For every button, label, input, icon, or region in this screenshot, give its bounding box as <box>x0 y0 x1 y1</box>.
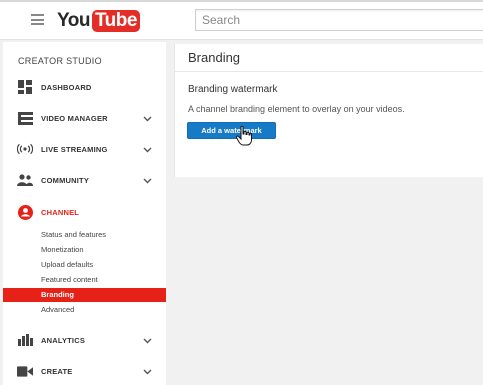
sidebar-item-create[interactable]: CREATE <box>3 358 166 384</box>
subitem-label: Advanced <box>41 305 75 314</box>
channel-icon <box>17 204 33 220</box>
channel-subitem-monetization[interactable]: Monetization <box>3 243 166 257</box>
dashboard-icon <box>17 79 33 95</box>
logo-text-tube: Tube <box>91 10 140 32</box>
sidebar-item-community[interactable]: COMMUNITY <box>3 167 166 193</box>
hamburger-menu-icon[interactable] <box>31 14 44 25</box>
page-title: Branding <box>188 50 241 65</box>
subitem-label: Monetization <box>41 245 84 254</box>
add-watermark-button[interactable]: Add a watermark <box>187 122 276 139</box>
logo-text-you: You <box>57 10 90 31</box>
sidebar-item-channel[interactable]: CHANNEL <box>3 199 166 225</box>
channel-subitem-upload-defaults[interactable]: Upload defaults <box>3 258 166 272</box>
sidebar-item-label: VIDEO MANAGER <box>41 113 108 123</box>
sidebar: CREATOR STUDIO DASHBOARD VIDEO MANAGER L… <box>3 42 166 385</box>
sidebar-item-label: ANALYTICS <box>41 335 86 345</box>
search-input[interactable] <box>195 9 483 31</box>
channel-subitem-featured-content[interactable]: Featured content <box>3 273 166 287</box>
chevron-down-icon[interactable] <box>143 336 152 345</box>
live-streaming-icon <box>17 141 33 157</box>
subitem-label: Status and features <box>41 230 107 239</box>
chevron-down-icon[interactable] <box>143 145 152 154</box>
sidebar-item-label: CREATE <box>41 366 73 376</box>
sidebar-item-label: DASHBOARD <box>41 82 92 92</box>
chevron-down-icon[interactable] <box>143 176 152 185</box>
community-icon <box>17 172 33 188</box>
chevron-down-icon[interactable] <box>143 367 152 376</box>
create-icon <box>17 363 33 379</box>
sidebar-title: CREATOR STUDIO <box>18 56 102 66</box>
analytics-icon <box>17 332 33 348</box>
sidebar-item-live-streaming[interactable]: LIVE STREAMING <box>3 136 166 162</box>
subitem-label: Branding <box>41 290 74 299</box>
subitem-label: Upload defaults <box>41 260 94 269</box>
subitem-label: Featured content <box>41 275 98 284</box>
panel-header: Branding <box>175 44 483 72</box>
sidebar-item-dashboard[interactable]: DASHBOARD <box>3 74 166 100</box>
video-manager-icon <box>17 110 33 126</box>
section-description: A channel branding element to overlay on… <box>188 104 405 114</box>
channel-subitem-status-and-features[interactable]: Status and features <box>3 228 166 242</box>
browser-strip <box>0 0 483 2</box>
top-bar: You Tube <box>0 0 483 40</box>
chevron-down-icon[interactable] <box>143 114 152 123</box>
sidebar-item-video-manager[interactable]: VIDEO MANAGER <box>3 105 166 131</box>
sidebar-item-analytics[interactable]: ANALYTICS <box>3 327 166 353</box>
hand-cursor-icon <box>236 126 252 146</box>
section-title: Branding watermark <box>188 84 278 95</box>
channel-subitem-advanced[interactable]: Advanced <box>3 303 166 317</box>
sidebar-item-label: LIVE STREAMING <box>41 144 108 154</box>
branding-panel: Branding Branding watermark A channel br… <box>174 44 483 177</box>
sidebar-item-label: CHANNEL <box>41 207 80 217</box>
sidebar-item-label: COMMUNITY <box>41 175 90 185</box>
channel-subitem-branding[interactable]: Branding <box>3 288 166 302</box>
youtube-logo[interactable]: You Tube <box>57 10 140 32</box>
